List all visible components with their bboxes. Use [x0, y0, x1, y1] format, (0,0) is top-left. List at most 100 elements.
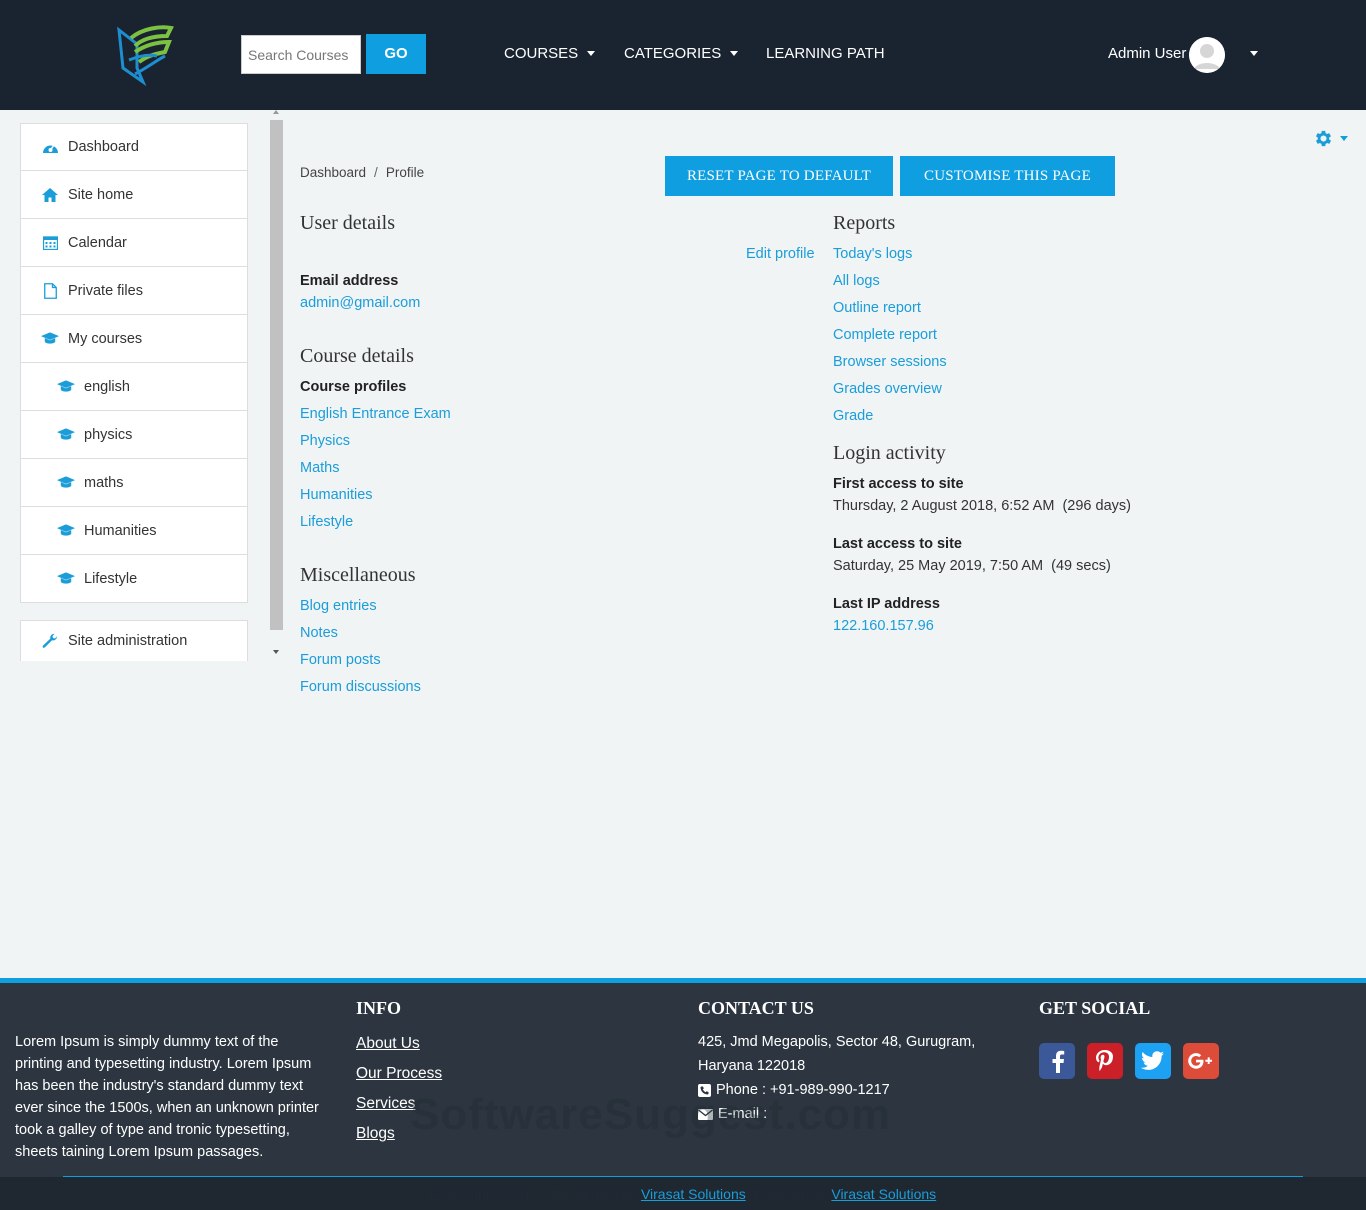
course-profiles-label: Course profiles: [300, 379, 407, 395]
sidebar-item-calendar[interactable]: Calendar: [20, 219, 248, 267]
sidebar-item-maths[interactable]: maths: [20, 459, 248, 507]
footer-our-process-link[interactable]: Our Process: [356, 1065, 442, 1083]
nav-categories[interactable]: CATEGORIES: [624, 45, 739, 62]
user-details-heading: User details: [300, 212, 395, 234]
sidebar-scrollbar[interactable]: [270, 110, 283, 662]
last-access-label: Last access to site: [833, 536, 962, 552]
pinterest-icon[interactable]: [1087, 1043, 1123, 1079]
sidebar-item-label: Private files: [68, 282, 143, 299]
footer-blogs-link[interactable]: Blogs: [356, 1125, 395, 1143]
sidebar-item-physics[interactable]: physics: [20, 411, 248, 459]
sidebar-nav: Dashboard Site home Calendar Private fil…: [20, 123, 248, 603]
chevron-down-icon: [1340, 136, 1348, 141]
report-link[interactable]: Grades overview: [833, 381, 942, 397]
chevron-down-icon: [730, 51, 739, 56]
copyright-text: Copyright © 2018 - Developed by: [429, 1186, 641, 1202]
course-link[interactable]: Maths: [300, 460, 340, 476]
footer-social-heading: GET SOCIAL: [1039, 998, 1151, 1018]
report-link[interactable]: Grade: [833, 408, 873, 424]
course-link[interactable]: English Entrance Exam: [300, 406, 451, 422]
footer-about-text: Lorem Ipsum is simply dummy text of the …: [15, 1031, 335, 1163]
sidebar-item-label: Lifestyle: [84, 570, 138, 587]
breadcrumb: Dashboard / Profile: [300, 165, 425, 180]
chevron-down-icon: [587, 51, 596, 56]
report-link[interactable]: Complete report: [833, 327, 937, 343]
search-go-button[interactable]: GO: [366, 34, 426, 74]
email-label: Email address: [300, 273, 399, 289]
report-link[interactable]: All logs: [833, 273, 880, 289]
sidebar-item-label: Dashboard: [68, 139, 139, 155]
report-link[interactable]: Today's logs: [833, 246, 912, 262]
report-link[interactable]: Browser sessions: [833, 354, 947, 370]
course-link[interactable]: Physics: [300, 433, 350, 449]
google-plus-icon[interactable]: [1183, 1043, 1219, 1079]
email-link[interactable]: admin@gmail.com: [300, 295, 420, 311]
forum-discussions-link[interactable]: Forum discussions: [300, 679, 421, 695]
sidebar-item-site-administration[interactable]: Site administration: [20, 620, 248, 661]
edit-profile-link[interactable]: Edit profile: [746, 246, 815, 262]
breadcrumb-dashboard[interactable]: Dashboard: [300, 165, 366, 180]
sidebar-item-label: Site home: [68, 186, 134, 203]
watermark: SoftwareSuggest.com: [410, 1090, 892, 1139]
avatar[interactable]: [1189, 37, 1225, 73]
footer-about-line: sheets taining Lorem Ipsum passages.: [15, 1144, 264, 1160]
course-details-heading: Course details: [300, 345, 414, 367]
powered-by-text: . Powered by: [745, 1186, 832, 1202]
first-access-value: Thursday, 2 August 2018, 6:52 AM (296 da…: [833, 498, 1131, 514]
scroll-up-arrow-icon[interactable]: [273, 110, 279, 114]
nav-learning-path-label: LEARNING PATH: [766, 45, 885, 62]
user-menu-chevron-icon[interactable]: [1250, 51, 1258, 56]
nav-courses-label: COURSES: [504, 45, 579, 62]
home-icon: [41, 186, 59, 204]
sidebar-item-label: maths: [84, 474, 124, 491]
blog-entries-link[interactable]: Blog entries: [300, 598, 377, 614]
footer-about-line: took a galley of type and tronic typeset…: [15, 1122, 290, 1138]
last-ip-link[interactable]: 122.160.157.96: [833, 618, 934, 634]
facebook-icon[interactable]: [1039, 1043, 1075, 1079]
sidebar-item-english[interactable]: english: [20, 363, 248, 411]
user-menu-name[interactable]: Admin User: [1108, 45, 1186, 62]
search-courses-input[interactable]: [241, 35, 361, 74]
sidebar-item-dashboard[interactable]: Dashboard: [20, 123, 248, 171]
nav-courses[interactable]: COURSES: [504, 45, 596, 62]
site-logo[interactable]: [113, 24, 175, 87]
developer-link[interactable]: Virasat Solutions: [641, 1186, 746, 1202]
calendar-icon: [41, 234, 59, 252]
scrollbar-thumb[interactable]: [270, 120, 283, 630]
twitter-icon[interactable]: [1135, 1043, 1171, 1079]
graduation-cap-icon: [41, 330, 59, 348]
footer-copyright: Copyright © 2018 - Developed by Virasat …: [0, 1186, 1366, 1202]
footer-about-us-link[interactable]: About Us: [356, 1035, 420, 1053]
graduation-cap-icon: [57, 570, 75, 588]
sidebar-item-private-files[interactable]: Private files: [20, 267, 248, 315]
miscellaneous-heading: Miscellaneous: [300, 564, 416, 586]
powered-by-link[interactable]: Virasat Solutions: [831, 1186, 936, 1202]
footer-contact-heading: CONTACT US: [698, 998, 814, 1018]
sidebar-item-label: english: [84, 378, 130, 395]
sidebar-item-my-courses[interactable]: My courses: [20, 315, 248, 363]
footer-about-line: printing and typesetting industry. Lorem…: [15, 1056, 312, 1072]
notes-link[interactable]: Notes: [300, 625, 338, 641]
footer-about-line: has been the industry's standard dummy t…: [15, 1078, 304, 1094]
course-link[interactable]: Lifestyle: [300, 514, 353, 530]
nav-learning-path[interactable]: LEARNING PATH: [766, 45, 885, 62]
footer-services-link[interactable]: Services: [356, 1095, 415, 1113]
customise-page-button[interactable]: CUSTOMISE THIS PAGE: [900, 156, 1115, 196]
dashboard-icon: [41, 138, 59, 156]
first-access-label: First access to site: [833, 476, 964, 492]
reset-page-button[interactable]: RESET PAGE TO DEFAULT: [665, 156, 893, 196]
sidebar-item-humanities[interactable]: Humanities: [20, 507, 248, 555]
course-link[interactable]: Humanities: [300, 487, 373, 503]
sidebar-item-label: physics: [84, 426, 133, 443]
sidebar-item-label: My courses: [68, 330, 143, 347]
last-ip-label: Last IP address: [833, 596, 940, 612]
file-icon: [41, 282, 59, 300]
sidebar-item-lifestyle[interactable]: Lifestyle: [20, 555, 248, 603]
report-link[interactable]: Outline report: [833, 300, 921, 316]
page-settings-menu[interactable]: [1313, 128, 1348, 149]
sidebar-item-site-home[interactable]: Site home: [20, 171, 248, 219]
scroll-down-arrow-icon[interactable]: [273, 650, 279, 654]
footer-about-line: ever since the 1500s, when an unknown pr…: [15, 1100, 319, 1116]
sidebar-item-label: Calendar: [68, 234, 127, 251]
forum-posts-link[interactable]: Forum posts: [300, 652, 381, 668]
